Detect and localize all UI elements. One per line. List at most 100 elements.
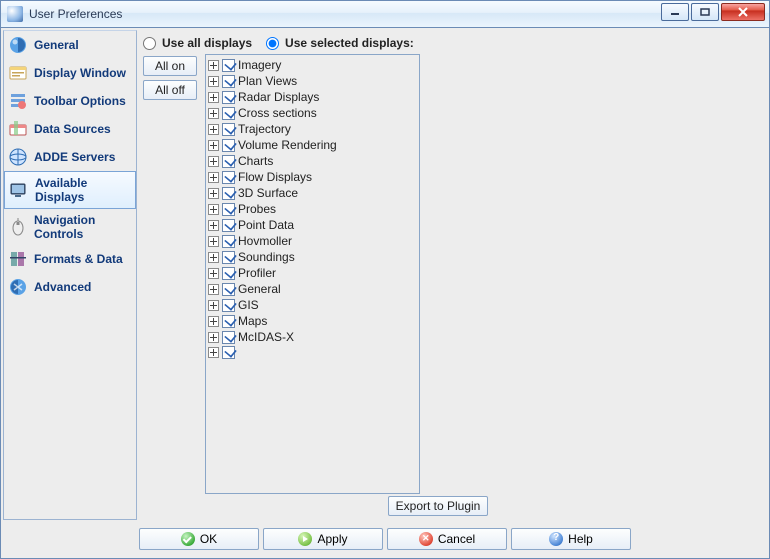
tree-checkbox[interactable] xyxy=(222,299,235,312)
expander-icon[interactable] xyxy=(208,236,219,247)
sidebar-item-toolbar-options[interactable]: Toolbar Options xyxy=(4,87,136,115)
tree-checkbox[interactable] xyxy=(222,187,235,200)
expander-icon[interactable] xyxy=(208,60,219,71)
sidebar-item-navigation-controls[interactable]: Navigation Controls xyxy=(4,209,136,245)
tree-row[interactable]: Radar Displays xyxy=(208,89,415,105)
display-mode-radios: Use all displays Use selected displays: xyxy=(139,30,765,54)
expander-icon[interactable] xyxy=(208,172,219,183)
tree-checkbox[interactable] xyxy=(222,59,235,72)
title-bar: User Preferences xyxy=(0,0,770,28)
tree-row[interactable] xyxy=(208,345,415,360)
tree-checkbox[interactable] xyxy=(222,283,235,296)
tree-row[interactable]: GIS xyxy=(208,297,415,313)
tree-row[interactable]: Flow Displays xyxy=(208,169,415,185)
tree-row[interactable]: Profiler xyxy=(208,265,415,281)
expander-icon[interactable] xyxy=(208,284,219,295)
tree-checkbox[interactable] xyxy=(222,315,235,328)
tree-label: Cross sections xyxy=(238,106,317,120)
tree-checkbox[interactable] xyxy=(222,171,235,184)
tree-label: GIS xyxy=(238,298,259,312)
help-icon xyxy=(549,532,563,546)
minimize-button[interactable] xyxy=(661,3,689,21)
use-selected-displays-label: Use selected displays: xyxy=(285,36,414,50)
available-displays-icon xyxy=(9,180,29,200)
tree-checkbox[interactable] xyxy=(222,219,235,232)
tree-checkbox[interactable] xyxy=(222,331,235,344)
expander-icon[interactable] xyxy=(208,347,219,358)
close-button[interactable] xyxy=(721,3,765,21)
tree-checkbox[interactable] xyxy=(222,123,235,136)
cancel-button[interactable]: Cancel xyxy=(387,528,507,550)
tree-checkbox[interactable] xyxy=(222,155,235,168)
tree-checkbox[interactable] xyxy=(222,235,235,248)
expander-icon[interactable] xyxy=(208,268,219,279)
expander-icon[interactable] xyxy=(208,92,219,103)
tree-row[interactable]: General xyxy=(208,281,415,297)
displays-tree[interactable]: ImageryPlan ViewsRadar DisplaysCross sec… xyxy=(205,54,420,494)
use-selected-displays-radio[interactable] xyxy=(266,37,279,50)
tree-row[interactable]: Soundings xyxy=(208,249,415,265)
sidebar-item-available-displays[interactable]: Available Displays xyxy=(4,171,136,209)
tree-row[interactable]: McIDAS-X xyxy=(208,329,415,345)
tree-label: Trajectory xyxy=(238,122,291,136)
tree-checkbox[interactable] xyxy=(222,346,235,359)
all-toggle-column: All on All off xyxy=(143,54,197,100)
expander-icon[interactable] xyxy=(208,316,219,327)
expander-icon[interactable] xyxy=(208,220,219,231)
tree-checkbox[interactable] xyxy=(222,139,235,152)
navigation-controls-icon xyxy=(8,217,28,237)
sidebar-item-general[interactable]: General xyxy=(4,31,136,59)
help-button[interactable]: Help xyxy=(511,528,631,550)
expander-icon[interactable] xyxy=(208,300,219,311)
expander-icon[interactable] xyxy=(208,140,219,151)
expander-icon[interactable] xyxy=(208,188,219,199)
expander-icon[interactable] xyxy=(208,204,219,215)
export-to-plugin-button[interactable]: Export to Plugin xyxy=(388,496,488,516)
tree-checkbox[interactable] xyxy=(222,267,235,280)
tree-label: Imagery xyxy=(238,58,281,72)
sidebar-item-formats-data[interactable]: Formats & Data xyxy=(4,245,136,273)
tree-row[interactable]: Trajectory xyxy=(208,121,415,137)
tree-row[interactable]: Probes xyxy=(208,201,415,217)
tree-row[interactable]: Point Data xyxy=(208,217,415,233)
all-off-button[interactable]: All off xyxy=(143,80,197,100)
tree-row[interactable]: Hovmoller xyxy=(208,233,415,249)
tree-checkbox[interactable] xyxy=(222,251,235,264)
sidebar-item-label: Formats & Data xyxy=(34,252,123,266)
sidebar-item-display-window[interactable]: Display Window xyxy=(4,59,136,87)
tree-label: Hovmoller xyxy=(238,234,292,248)
app-icon xyxy=(7,6,23,22)
tree-label: Flow Displays xyxy=(238,170,312,184)
tree-row[interactable]: Maps xyxy=(208,313,415,329)
sidebar-item-data-sources[interactable]: Data Sources xyxy=(4,115,136,143)
sidebar-item-label: Navigation Controls xyxy=(34,213,132,241)
expander-icon[interactable] xyxy=(208,124,219,135)
apply-button[interactable]: Apply xyxy=(263,528,383,550)
sidebar-item-label: Data Sources xyxy=(34,122,111,136)
expander-icon[interactable] xyxy=(208,332,219,343)
tree-row[interactable]: Cross sections xyxy=(208,105,415,121)
expander-icon[interactable] xyxy=(208,108,219,119)
content-row: All on All off ImageryPlan ViewsRadar Di… xyxy=(139,54,765,516)
expander-icon[interactable] xyxy=(208,156,219,167)
sidebar-item-label: General xyxy=(34,38,79,52)
expander-icon[interactable] xyxy=(208,76,219,87)
window-body: General Display WindowToolbar Options Data… xyxy=(0,28,770,559)
tree-row[interactable]: Volume Rendering xyxy=(208,137,415,153)
tree-checkbox[interactable] xyxy=(222,91,235,104)
all-on-button[interactable]: All on xyxy=(143,56,197,76)
expander-icon[interactable] xyxy=(208,252,219,263)
tree-checkbox[interactable] xyxy=(222,107,235,120)
tree-row[interactable]: Charts xyxy=(208,153,415,169)
use-all-displays-radio[interactable] xyxy=(143,37,156,50)
tree-row[interactable]: Imagery xyxy=(208,57,415,73)
data-sources-icon xyxy=(8,119,28,139)
tree-row[interactable]: 3D Surface xyxy=(208,185,415,201)
tree-checkbox[interactable] xyxy=(222,203,235,216)
sidebar-item-adde-servers[interactable]: ADDE Servers xyxy=(4,143,136,171)
tree-checkbox[interactable] xyxy=(222,75,235,88)
ok-button[interactable]: OK xyxy=(139,528,259,550)
sidebar-item-advanced[interactable]: Advanced xyxy=(4,273,136,301)
tree-row[interactable]: Plan Views xyxy=(208,73,415,89)
maximize-button[interactable] xyxy=(691,3,719,21)
